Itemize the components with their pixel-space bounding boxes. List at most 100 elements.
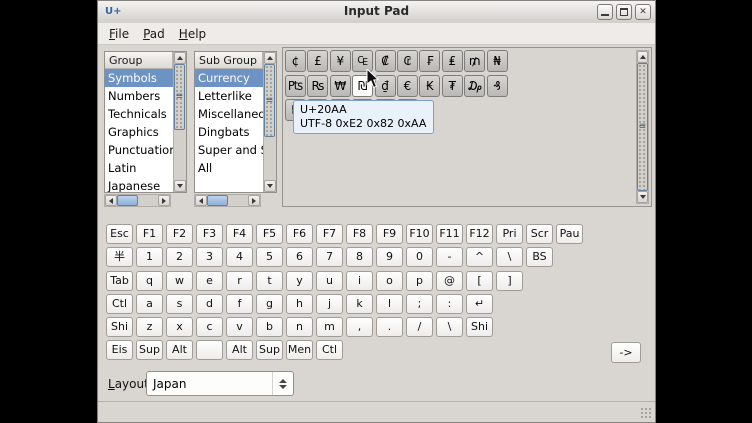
key-5[interactable]: 5 xyxy=(256,247,283,267)
key-h[interactable]: h xyxy=(286,294,313,314)
key-alt[interactable]: Alt xyxy=(166,340,193,360)
key-k[interactable]: k xyxy=(346,294,373,314)
resize-grip[interactable] xyxy=(640,407,651,418)
key-i[interactable]: i xyxy=(346,271,373,291)
scroll-left-icon[interactable] xyxy=(195,195,207,206)
key-u[interactable]: u xyxy=(316,271,343,291)
key-u2d[interactable]: - xyxy=(436,247,463,267)
menu-item-file[interactable]: File xyxy=(102,25,136,43)
key-l[interactable]: l xyxy=(376,294,403,314)
key-u5c[interactable]: \ xyxy=(496,247,523,267)
list-item-miscellaneous[interactable]: Miscellaneous xyxy=(195,105,263,123)
symbol-button-u20a3[interactable]: ₣ xyxy=(419,50,440,72)
list-item-super-and-s[interactable]: Super and S xyxy=(195,141,263,159)
key-3[interactable]: 3 xyxy=(196,247,223,267)
titlebar[interactable]: U+ Input Pad xyxy=(98,1,655,24)
list-item-latin[interactable]: Latin xyxy=(105,159,173,177)
key-v[interactable]: v xyxy=(226,317,253,337)
key-w[interactable]: w xyxy=(166,271,193,291)
key-b[interactable]: b xyxy=(256,317,283,337)
key-f12[interactable]: F12 xyxy=(466,224,493,244)
scroll-down-icon[interactable] xyxy=(174,180,186,192)
subgroup-hscrollbar[interactable] xyxy=(194,194,261,207)
key-y[interactable]: y xyxy=(286,271,313,291)
key-ctl[interactable]: Ctl xyxy=(106,294,133,314)
symbol-button-u20a4[interactable]: ₤ xyxy=(442,50,463,72)
key-pri[interactable]: Pri xyxy=(496,224,523,244)
symbol-button-u20a5[interactable]: ₥ xyxy=(464,50,485,72)
key-u21b5[interactable]: ↵ xyxy=(466,294,493,314)
key-g[interactable]: g xyxy=(256,294,283,314)
symbol-vscroll-track[interactable] xyxy=(637,63,648,191)
layout-select[interactable]: Japan xyxy=(146,371,294,396)
symbol-button-u20a9[interactable]: ₩ xyxy=(330,75,351,97)
key-f10[interactable]: F10 xyxy=(406,224,433,244)
key-sup[interactable]: Sup xyxy=(256,340,283,360)
symbol-vscrollbar[interactable] xyxy=(636,50,649,204)
key-m[interactable]: m xyxy=(316,317,343,337)
subgroup-vscroll-thumb[interactable] xyxy=(264,64,275,137)
symbol-button-ua3[interactable]: £ xyxy=(307,50,328,72)
key-c[interactable]: c xyxy=(196,317,223,337)
scroll-right-icon[interactable] xyxy=(158,195,170,206)
key-u5e[interactable]: ^ xyxy=(466,247,493,267)
list-item-numbers[interactable]: Numbers xyxy=(105,87,173,105)
key-men[interactable]: Men xyxy=(286,340,313,360)
maximize-button[interactable] xyxy=(616,4,632,20)
combo-arrows-icon[interactable] xyxy=(272,372,293,395)
menu-item-pad[interactable]: Pad xyxy=(136,25,172,43)
scroll-up-icon[interactable] xyxy=(264,52,276,64)
key-7[interactable]: 7 xyxy=(316,247,343,267)
key-d[interactable]: d xyxy=(196,294,223,314)
list-item-currency[interactable]: Currency xyxy=(195,69,263,87)
key-bs[interactable]: BS xyxy=(526,247,553,267)
subgroup-vscroll-track[interactable] xyxy=(264,64,276,180)
group-hscroll-thumb[interactable] xyxy=(117,195,138,206)
send-arrow-button[interactable]: -> xyxy=(611,342,641,363)
key-e[interactable]: e xyxy=(196,271,223,291)
symbol-button-u20a8[interactable]: ₨ xyxy=(307,75,328,97)
key-u534a[interactable]: 半 xyxy=(106,247,133,267)
key-u5c[interactable]: \ xyxy=(436,317,463,337)
subgroup-hscroll-track[interactable] xyxy=(207,195,248,206)
scroll-up-icon[interactable] xyxy=(637,51,648,63)
symbol-button-ua5[interactable]: ¥ xyxy=(330,50,351,72)
key-9[interactable]: 9 xyxy=(376,247,403,267)
key-8[interactable]: 8 xyxy=(346,247,373,267)
list-item-letterlike[interactable]: Letterlike xyxy=(195,87,263,105)
list-item-dingbats[interactable]: Dingbats xyxy=(195,123,263,141)
key-u2e[interactable]: . xyxy=(376,317,403,337)
list-item-japanese[interactable]: Japanese xyxy=(105,177,173,192)
minimize-button[interactable] xyxy=(597,4,613,20)
group-hscrollbar[interactable] xyxy=(104,194,171,207)
group-vscroll-track[interactable] xyxy=(174,64,186,180)
list-item-graphics[interactable]: Graphics xyxy=(105,123,173,141)
key-scr[interactable]: Scr xyxy=(526,224,553,244)
symbol-button-u20a6[interactable]: ₦ xyxy=(487,50,508,72)
group-list-header[interactable]: Group xyxy=(105,52,173,69)
symbol-vscroll-thumb[interactable] xyxy=(637,63,648,191)
key-pau[interactable]: Pau xyxy=(556,224,583,244)
key-j[interactable]: j xyxy=(316,294,343,314)
symbol-button-u20ae[interactable]: ₮ xyxy=(442,75,463,97)
key-p[interactable]: p xyxy=(406,271,433,291)
key-ctl[interactable]: Ctl xyxy=(316,340,343,360)
subgroup-vscrollbar[interactable] xyxy=(263,52,276,192)
key-x[interactable]: x xyxy=(166,317,193,337)
symbol-button-u20a2[interactable]: ₢ xyxy=(397,50,418,72)
key-f2[interactable]: F2 xyxy=(166,224,193,244)
symbol-button-u20b0[interactable]: ₰ xyxy=(487,75,508,97)
scroll-right-icon[interactable] xyxy=(248,195,260,206)
key-o[interactable]: o xyxy=(376,271,403,291)
key-space[interactable] xyxy=(196,340,223,360)
key-f8[interactable]: F8 xyxy=(346,224,373,244)
key-u5d[interactable]: ] xyxy=(496,271,523,291)
key-u5b[interactable]: [ xyxy=(466,271,493,291)
subgroup-list-header[interactable]: Sub Group xyxy=(195,52,263,69)
key-f5[interactable]: F5 xyxy=(256,224,283,244)
key-tab[interactable]: Tab xyxy=(106,271,133,291)
key-q[interactable]: q xyxy=(136,271,163,291)
key-t[interactable]: t xyxy=(256,271,283,291)
key-f3[interactable]: F3 xyxy=(196,224,223,244)
scroll-left-icon[interactable] xyxy=(105,195,117,206)
